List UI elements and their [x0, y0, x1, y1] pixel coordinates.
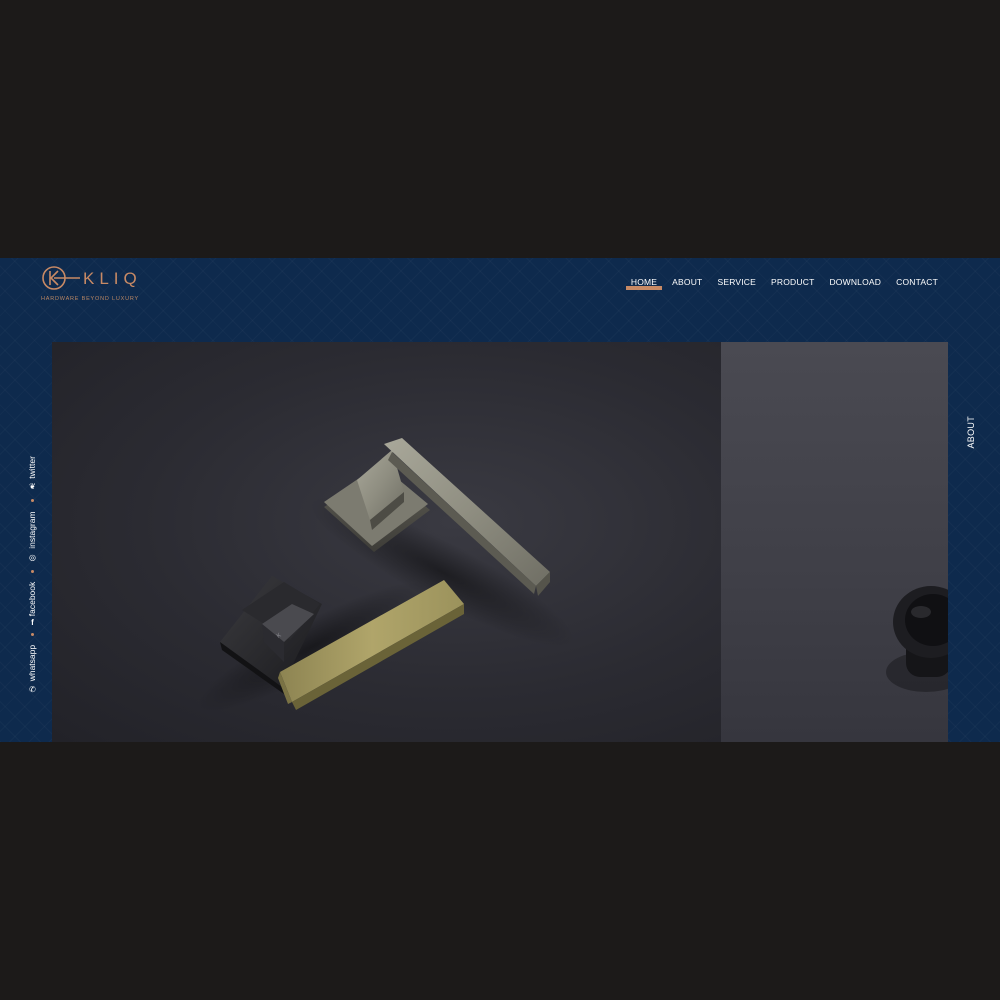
brand-tagline: HARDWARE BEYOND LUXURY: [41, 296, 139, 302]
main-nav: HOME ABOUT SERVICE PRODUCT DOWNLOAD CONT…: [625, 277, 939, 290]
nav-download[interactable]: DOWNLOAD: [828, 277, 882, 287]
social-links-bar: ✆ whatsapp f facebook ◎ instagram ❦ twit…: [12, 408, 42, 698]
nav-service[interactable]: SERVICE: [716, 277, 757, 287]
social-twitter-link[interactable]: ❦ twitter: [27, 456, 37, 492]
social-instagram-label: instagram: [27, 511, 37, 549]
nav-contact[interactable]: CONTACT: [895, 277, 939, 287]
round-knob-image: [886, 586, 948, 692]
brand-logo[interactable]: KLIQ HARDWARE BEYOND LUXURY: [40, 263, 170, 305]
hero-slide-image[interactable]: K: [52, 342, 721, 742]
social-separator: [30, 499, 34, 503]
nav-about[interactable]: ABOUT: [671, 277, 703, 287]
next-slide-image[interactable]: [721, 342, 948, 742]
k-circle-logo-icon: [42, 266, 80, 290]
instagram-icon: ◎: [28, 552, 36, 562]
social-instagram-link[interactable]: ◎ instagram: [27, 511, 37, 562]
whatsapp-icon: ✆: [28, 685, 36, 695]
nav-product[interactable]: PRODUCT: [770, 277, 815, 287]
social-separator: [30, 632, 34, 636]
social-twitter-label: twitter: [27, 456, 37, 479]
social-whatsapp-label: whatsapp: [27, 644, 37, 682]
social-facebook-label: facebook: [27, 581, 37, 617]
brand-name: KLIQ: [83, 269, 142, 288]
facebook-icon: f: [30, 618, 34, 628]
social-facebook-link[interactable]: f facebook: [27, 581, 37, 628]
screenshot-frame: KLIQ HARDWARE BEYOND LUXURY HOME ABOUT S…: [0, 0, 1000, 1000]
side-about-label[interactable]: ABOUT: [966, 416, 976, 449]
website-viewport: KLIQ HARDWARE BEYOND LUXURY HOME ABOUT S…: [0, 258, 1000, 742]
nav-home[interactable]: HOME: [625, 277, 663, 290]
social-whatsapp-link[interactable]: ✆ whatsapp: [27, 644, 37, 695]
door-lever-handles-image: K: [196, 438, 576, 713]
social-separator: [30, 569, 34, 573]
twitter-icon: ❦: [28, 482, 36, 492]
